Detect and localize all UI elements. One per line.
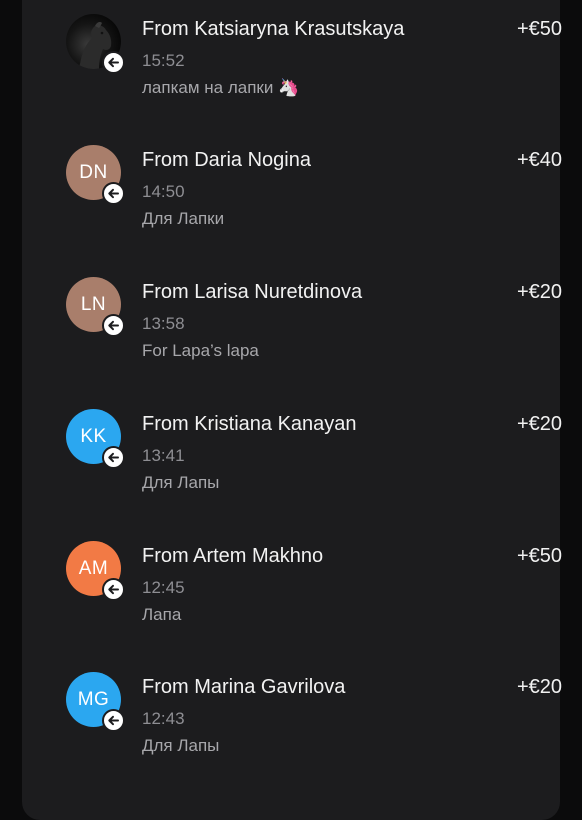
transaction-row[interactable]: DN From Daria Nogina 14:50 Для Лапки +€4… xyxy=(66,145,562,255)
transaction-time: 13:58 xyxy=(142,314,185,333)
transaction-title: From Artem Makhno xyxy=(142,545,324,567)
incoming-badge xyxy=(102,446,125,469)
transaction-row[interactable]: AM From Artem Makhno 12:45 Лапа +€50 xyxy=(66,541,562,651)
transaction-note: лапкам на лапки 🦄 xyxy=(142,78,300,97)
transaction-title: From Marina Gavrilova xyxy=(142,676,346,698)
transaction-title: From Katsiaryna Krasutskaya xyxy=(142,18,405,40)
transaction-time: 14:50 xyxy=(142,182,185,201)
incoming-badge xyxy=(102,314,125,337)
incoming-badge xyxy=(102,578,125,601)
arrow-left-icon xyxy=(108,452,119,463)
transaction-title: From Kristiana Kanayan xyxy=(142,413,357,435)
transaction-note: Лапа xyxy=(142,605,182,624)
transaction-time: 12:43 xyxy=(142,709,185,728)
arrow-left-icon xyxy=(108,188,119,199)
incoming-badge xyxy=(102,182,125,205)
transaction-amount: +€50 xyxy=(516,545,562,567)
transaction-note: For Lapa’s lapa xyxy=(142,341,259,360)
incoming-badge xyxy=(102,51,125,74)
transaction-amount: +€50 xyxy=(516,18,562,40)
transaction-amount: +€20 xyxy=(516,676,562,698)
transaction-row[interactable]: KK From Kristiana Kanayan 13:41 Для Лапы… xyxy=(66,409,562,519)
transaction-note: Для Лапы xyxy=(142,473,220,492)
transaction-time: 13:41 xyxy=(142,446,185,465)
transaction-row[interactable]: LN From Larisa Nuretdinova 13:58 For Lap… xyxy=(66,277,562,387)
arrow-left-icon xyxy=(108,57,119,68)
transaction-note: Для Лапки xyxy=(142,209,225,228)
transaction-time: 12:45 xyxy=(142,578,185,597)
transaction-title: From Larisa Nuretdinova xyxy=(142,281,363,303)
transaction-note: Для Лапы xyxy=(142,736,220,755)
transaction-list: From Katsiaryna Krasutskaya 15:52 лапкам… xyxy=(22,0,562,820)
transaction-time: 15:52 xyxy=(142,51,185,70)
incoming-badge xyxy=(102,709,125,732)
transaction-row[interactable]: From Katsiaryna Krasutskaya 15:52 лапкам… xyxy=(66,14,562,124)
arrow-left-icon xyxy=(108,715,119,726)
transaction-row[interactable]: MG From Marina Gavrilova 12:43 Для Лапы … xyxy=(66,672,562,782)
transaction-title: From Daria Nogina xyxy=(142,149,311,171)
transaction-amount: +€20 xyxy=(516,281,562,303)
arrow-left-icon xyxy=(108,584,119,595)
transaction-amount: +€20 xyxy=(516,413,562,435)
transaction-amount: +€40 xyxy=(516,149,562,171)
arrow-left-icon xyxy=(108,320,119,331)
